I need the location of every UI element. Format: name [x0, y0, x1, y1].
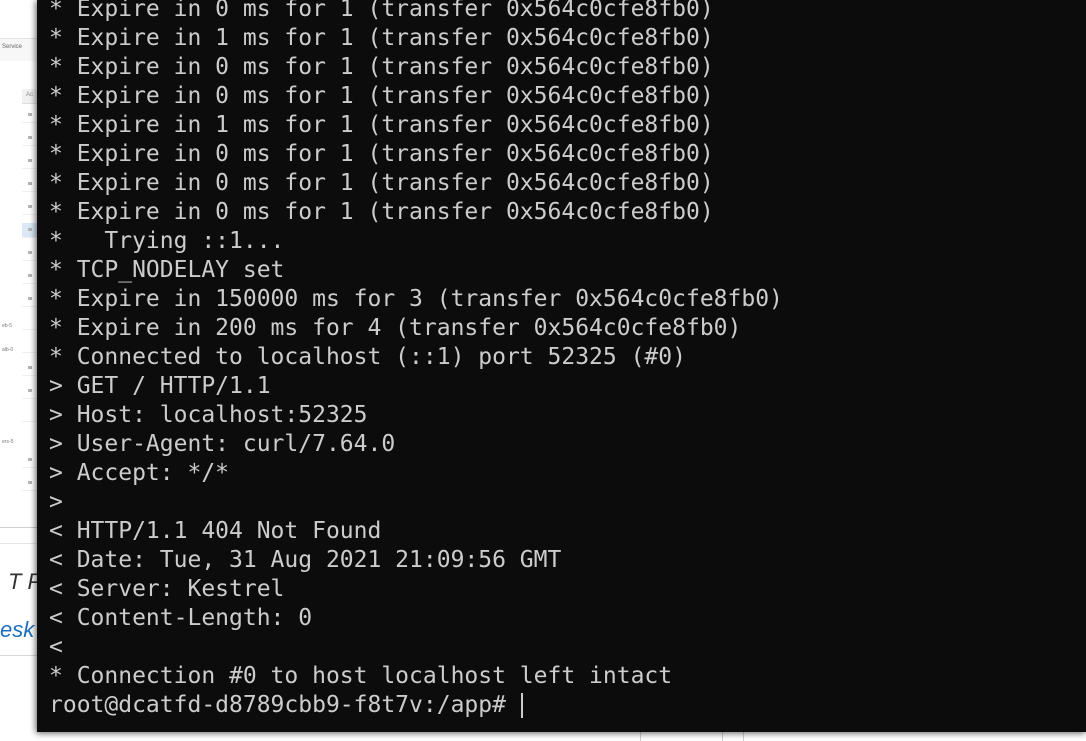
background-divider	[640, 731, 641, 741]
terminal-line: < Content-Length: 0	[49, 605, 313, 631]
background-row-label: eb-5	[2, 323, 13, 329]
terminal-line: * Expire in 0 ms for 1 (transfer 0x564c0…	[49, 83, 714, 109]
terminal-line: * Expire in 0 ms for 1 (transfer 0x564c0…	[49, 170, 714, 196]
terminal-line: * Connection #0 to host localhost left i…	[49, 663, 673, 689]
terminal-line: > Accept: */*	[49, 460, 230, 486]
background-row-label: ers-5	[2, 439, 14, 445]
background-row-label: alb-0	[2, 347, 14, 353]
background-tabstrip[interactable]: Service	[0, 38, 40, 62]
terminal-line: >	[49, 489, 63, 515]
terminal-line: * Expire in 1 ms for 1 (transfer 0x564c0…	[49, 112, 714, 138]
terminal-line: > User-Agent: curl/7.64.0	[49, 431, 396, 457]
row-indicator	[28, 136, 32, 139]
terminal-line: * Connected to localhost (::1) port 5232…	[49, 344, 686, 370]
background-titlebar	[0, 0, 40, 38]
terminal-line: * Trying ::1...	[49, 228, 285, 254]
row-indicator	[28, 297, 32, 300]
background-list-header-text: Ac	[26, 92, 34, 98]
terminal-line: * Expire in 200 ms for 4 (transfer 0x564…	[49, 315, 742, 341]
row-indicator	[28, 182, 32, 185]
terminal-line: * Expire in 0 ms for 1 (transfer 0x564c0…	[49, 54, 714, 80]
row-indicator	[28, 228, 32, 231]
background-list[interactable]: Ac eb-5 alb-0 ers-5	[0, 61, 40, 527]
terminal-output[interactable]: * Expire in 0 ms for 1 (transfer 0x564c0…	[49, 0, 1086, 720]
background-divider	[0, 543, 40, 544]
row-indicator	[28, 389, 32, 392]
row-indicator	[28, 113, 32, 116]
background-tab-label: Service	[2, 44, 23, 50]
screen: Service Ac eb-5 alb-0 ers-5 T esk * Expi…	[0, 0, 1086, 741]
terminal-window[interactable]: * Expire in 0 ms for 1 (transfer 0x564c0…	[37, 0, 1086, 732]
row-indicator	[28, 458, 32, 461]
row-indicator	[28, 481, 32, 484]
terminal-prompt-line[interactable]: root@dcatfd-d8789cbb9-f8t7v:/app#	[49, 691, 1086, 720]
terminal-line: * Expire in 1 ms for 1 (transfer 0x564c0…	[49, 25, 714, 51]
background-heading: T Pr	[8, 569, 40, 594]
row-indicator	[28, 205, 32, 208]
terminal-prompt: root@dcatfd-d8789cbb9-f8t7v:/app#	[49, 692, 520, 718]
background-divider	[743, 731, 744, 741]
row-indicator	[28, 366, 32, 369]
background-divider	[0, 655, 40, 656]
row-indicator	[28, 274, 32, 277]
terminal-line: * TCP_NODELAY set	[49, 257, 285, 283]
background-divider	[722, 731, 723, 741]
row-indicator	[28, 251, 32, 254]
terminal-line: < Date: Tue, 31 Aug 2021 21:09:56 GMT	[49, 547, 562, 573]
background-link[interactable]: esk	[0, 617, 34, 643]
terminal-line: * Expire in 0 ms for 1 (transfer 0x564c0…	[49, 199, 714, 225]
terminal-line: <	[49, 634, 63, 660]
text-cursor	[520, 693, 523, 718]
background-window: Service Ac eb-5 alb-0 ers-5 T esk	[0, 0, 40, 741]
terminal-line: * Expire in 150000 ms for 3 (transfer 0x…	[49, 286, 783, 312]
terminal-line: * Expire in 0 ms for 1 (transfer 0x564c0…	[49, 0, 714, 22]
terminal-line: > Host: localhost:52325	[49, 402, 368, 428]
terminal-line: * Expire in 0 ms for 1 (transfer 0x564c0…	[49, 141, 714, 167]
row-indicator	[28, 159, 32, 162]
terminal-line: < Server: Kestrel	[49, 576, 285, 602]
terminal-line: > GET / HTTP/1.1	[49, 373, 271, 399]
terminal-line: < HTTP/1.1 404 Not Found	[49, 518, 382, 544]
